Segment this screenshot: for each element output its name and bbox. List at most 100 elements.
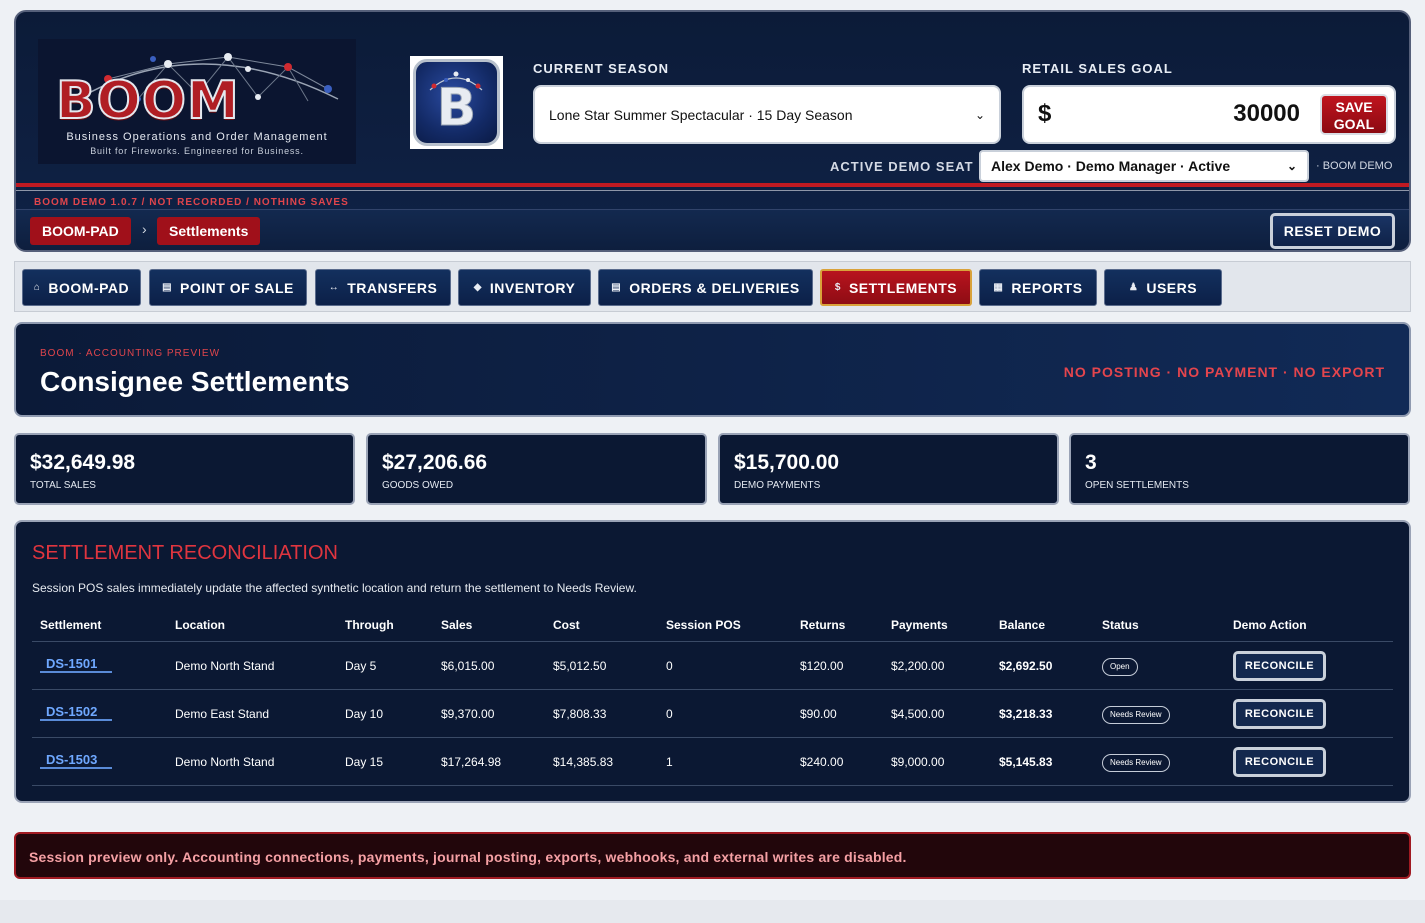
returns-cell: $120.00	[800, 659, 844, 673]
nav-label: USERS	[1146, 279, 1198, 296]
nav-point-of-sale[interactable]: ▤ POINT OF SALE	[149, 269, 307, 306]
column-header: Status	[1102, 618, 1139, 632]
column-header: Balance	[999, 618, 1046, 632]
page-warning: NO POSTING · NO PAYMENT · NO EXPORT	[1063, 364, 1385, 380]
stat-value: 3	[1085, 451, 1097, 474]
column-header: Payments	[891, 618, 948, 632]
table-row: DS-1501 Demo North Stand Day 5 $6,015.00…	[32, 641, 1393, 689]
column-header: Location	[175, 618, 225, 632]
page-header: BOOM · ACCOUNTING PREVIEW Consignee Sett…	[14, 322, 1411, 417]
nav-label: POINT OF SALE	[180, 279, 294, 296]
notice-text: Session preview only. Accounting connect…	[29, 849, 907, 865]
dollar-icon: $	[834, 282, 841, 293]
main-nav: ⌂ BOOM-PAD ▤ POINT OF SALE ↔ TRANSFERS ◆…	[14, 261, 1411, 312]
stat-demo-payments: $15,700.00 DEMO PAYMENTS	[718, 433, 1059, 505]
grid-icon: ▦	[993, 282, 1004, 293]
goal-input[interactable]: 30000	[1233, 100, 1300, 128]
logo-tagline: Built for Fireworks. Engineered for Busi…	[90, 146, 304, 156]
nav-transfers[interactable]: ↔ TRANSFERS	[315, 269, 451, 306]
table-header: Settlement Location Through Sales Cost S…	[32, 618, 1393, 642]
through-cell: Day 5	[345, 659, 377, 673]
stat-label: DEMO PAYMENTS	[734, 480, 821, 491]
stat-value: $15,700.00	[734, 451, 840, 474]
column-header: Returns	[800, 618, 846, 632]
reconcile-button[interactable]: RECONCILE	[1233, 651, 1326, 681]
balance-cell: $5,145.83	[999, 755, 1053, 769]
user-icon: ♟	[1128, 282, 1139, 293]
column-header: Settlement	[40, 618, 102, 632]
nav-label: ORDERS & DELIVERIES	[629, 279, 800, 296]
sales-cell: $6,015.00	[441, 659, 495, 673]
breadcrumb-root[interactable]: BOOM-PAD	[30, 217, 131, 245]
settlement-link[interactable]: DS-1503	[40, 752, 112, 769]
location-cell: Demo North Stand	[175, 755, 275, 769]
nav-reports[interactable]: ▦ REPORTS	[979, 269, 1097, 306]
boom-demo-tag: · BOOM DEMO	[1316, 160, 1393, 172]
cost-cell: $7,808.33	[553, 707, 607, 721]
status-badge: Open	[1102, 658, 1138, 676]
stat-label: GOODS OWED	[382, 480, 454, 491]
nav-orders-deliveries[interactable]: ▤ ORDERS & DELIVERIES	[598, 269, 813, 306]
settlement-link[interactable]: DS-1501	[40, 656, 112, 673]
section-description: Session POS sales immediately update the…	[32, 581, 637, 595]
goal-input-group: $ 30000 SAVE GOAL	[1022, 85, 1396, 144]
goal-label: RETAIL SALES GOAL	[1022, 61, 1173, 76]
sales-cell: $9,370.00	[441, 707, 495, 721]
version-line: BOOM DEMO 1.0.7 / NOT RECORDED / NOTHING…	[34, 197, 349, 208]
app-header: BOOM Business Operations and Order Manag…	[14, 10, 1411, 252]
nav-label: TRANSFERS	[347, 279, 438, 296]
settlement-reconciliation-panel: SETTLEMENT RECONCILIATION Session POS sa…	[14, 520, 1411, 803]
column-header: Sales	[441, 618, 473, 632]
nav-label: SETTLEMENTS	[848, 279, 958, 296]
balance-cell: $3,218.33	[999, 707, 1053, 721]
status-badge: Needs Review	[1102, 754, 1170, 772]
header-divider-thin	[16, 190, 1409, 191]
goal-currency: $	[1038, 100, 1052, 127]
through-cell: Day 15	[345, 755, 384, 769]
chevron-down-icon: ⌄	[1286, 159, 1297, 173]
balance-cell: $2,692.50	[999, 659, 1053, 673]
nav-inventory[interactable]: ◆ INVENTORY	[458, 269, 591, 306]
badge-letter: B	[436, 78, 477, 138]
diamond-icon: ◆	[473, 282, 482, 293]
payments-cell: $9,000.00	[891, 755, 945, 769]
reconcile-button[interactable]: RECONCILE	[1233, 747, 1326, 777]
reconcile-button[interactable]: RECONCILE	[1233, 699, 1326, 729]
save-goal-button[interactable]: SAVE GOAL	[1320, 94, 1388, 135]
table-row: DS-1503 Demo North Stand Day 15 $17,264.…	[32, 737, 1393, 785]
stat-value: $32,649.98	[30, 451, 136, 474]
stat-open-settlements: 3 OPEN SETTLEMENTS	[1069, 433, 1410, 505]
column-header: Through	[345, 618, 394, 632]
home-icon: ⌂	[33, 282, 41, 293]
status-badge: Needs Review	[1102, 706, 1170, 724]
section-title: SETTLEMENT RECONCILIATION	[32, 542, 338, 564]
cost-cell: $5,012.50	[553, 659, 607, 673]
season-select[interactable]: Lone Star Summer Spectacular · 15 Day Se…	[533, 85, 1001, 144]
location-cell: Demo North Stand	[175, 659, 275, 673]
stat-label: TOTAL SALES	[30, 480, 96, 491]
season-value: Lone Star Summer Spectacular · 15 Day Se…	[549, 106, 853, 123]
stat-goods-owed: $27,206.66 GOODS OWED	[366, 433, 707, 505]
payments-cell: $2,200.00	[891, 659, 945, 673]
nav-settlements[interactable]: $ SETTLEMENTS	[820, 269, 972, 306]
breadcrumb: BOOM-PAD › Settlements RESET DEMO	[16, 209, 1409, 250]
list-icon: ▤	[611, 282, 622, 293]
sales-cell: $17,264.98	[441, 755, 502, 769]
settlement-link[interactable]: DS-1502	[40, 704, 112, 721]
nav-users[interactable]: ♟ USERS	[1104, 269, 1222, 306]
through-cell: Day 10	[345, 707, 384, 721]
session-pos-cell: 1	[666, 755, 673, 769]
returns-cell: $90.00	[800, 707, 837, 721]
nav-boom-pad[interactable]: ⌂ BOOM-PAD	[22, 269, 141, 306]
location-cell: Demo East Stand	[175, 707, 270, 721]
preview-notice: Session preview only. Accounting connect…	[14, 832, 1411, 879]
seat-select[interactable]: Alex Demo · Demo Manager · Active ⌄	[979, 150, 1309, 182]
nav-label: BOOM-PAD	[48, 279, 130, 296]
breadcrumb-current: Settlements	[157, 217, 261, 245]
payments-cell: $4,500.00	[891, 707, 945, 721]
reset-demo-button[interactable]: RESET DEMO	[1270, 213, 1395, 249]
column-header: Cost	[553, 618, 580, 632]
returns-cell: $240.00	[800, 755, 844, 769]
table-divider	[32, 785, 1393, 786]
logo-subtitle: Business Operations and Order Management	[66, 131, 328, 143]
